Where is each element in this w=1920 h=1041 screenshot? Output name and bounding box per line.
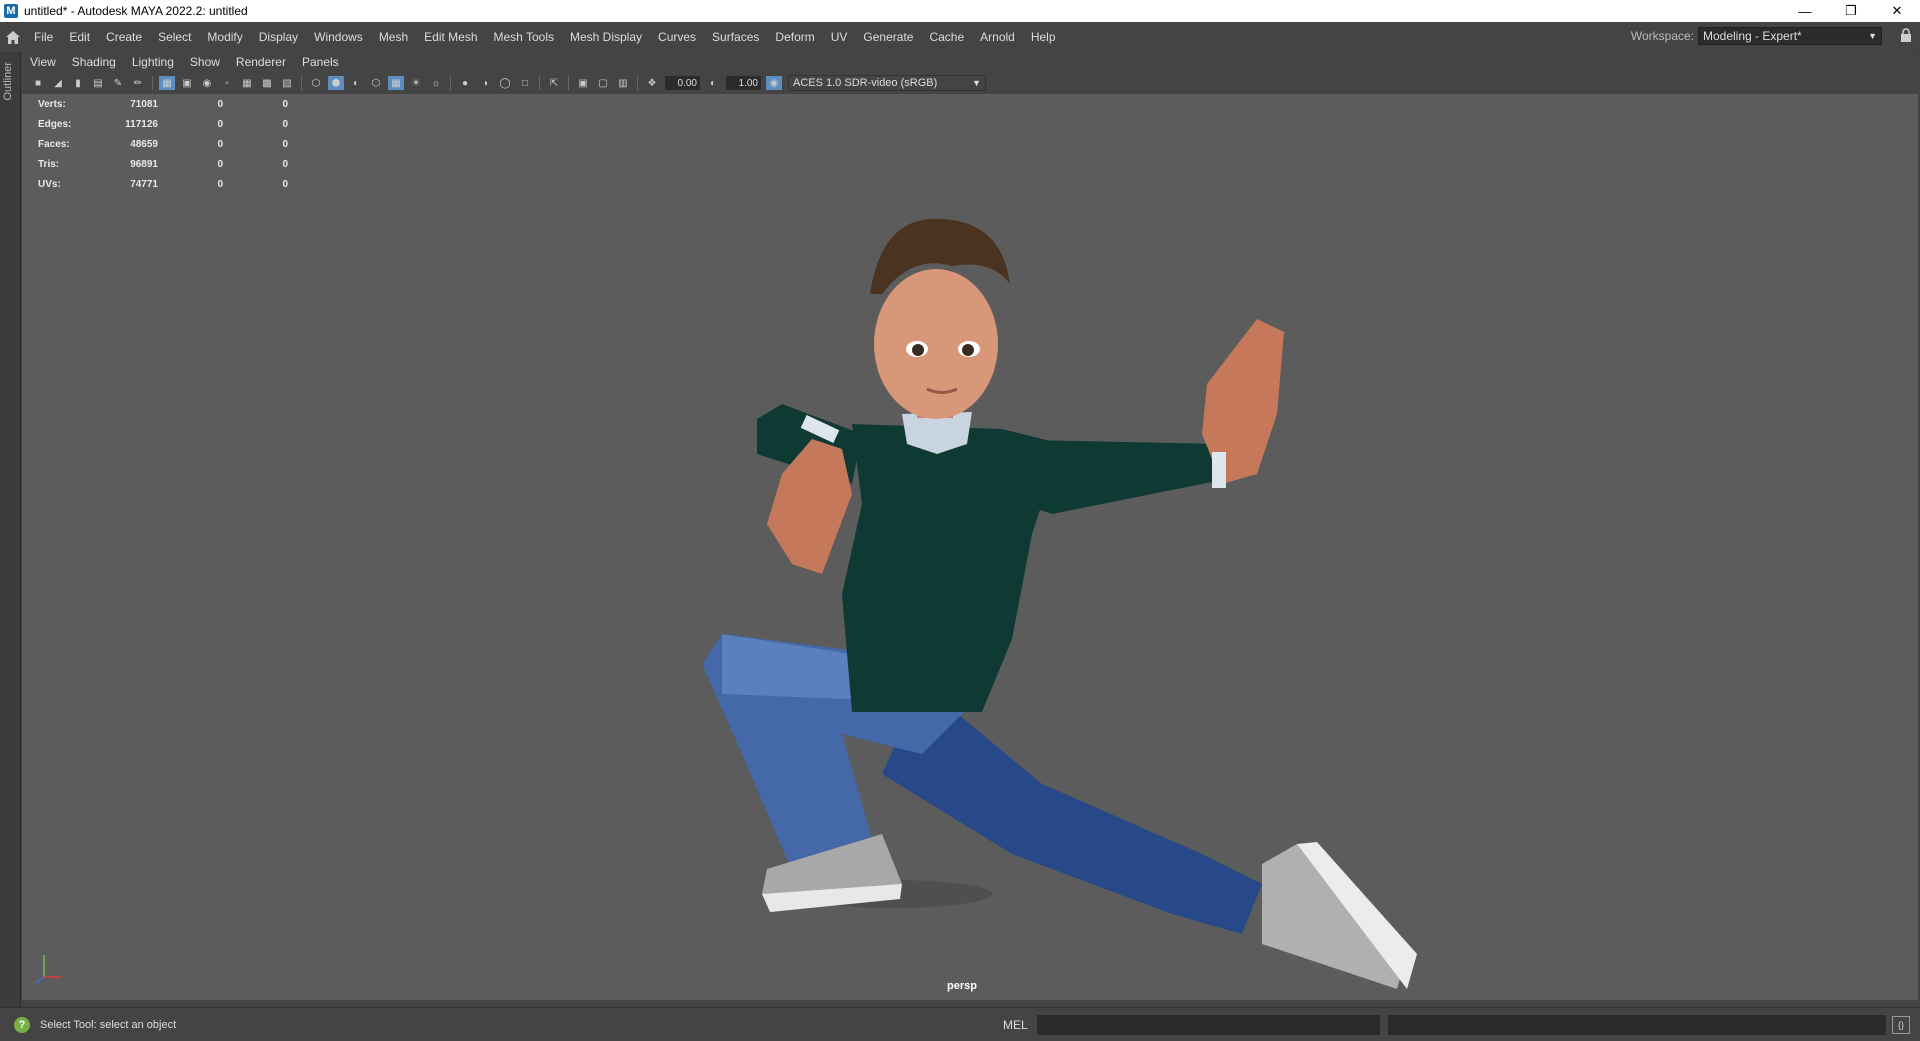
chevron-down-icon: ▼ <box>1868 31 1877 41</box>
restore-icon[interactable]: ❐ <box>1828 0 1874 22</box>
exposure-field[interactable]: 0.00 <box>665 76 700 90</box>
axis-gizmo-icon <box>35 955 62 984</box>
bookmark-icon[interactable]: ▮ <box>70 76 86 90</box>
isolate-select-icon[interactable]: ⇱ <box>546 76 562 90</box>
command-result-field <box>1388 1015 1886 1035</box>
image-plane-icon[interactable]: ▤ <box>90 76 106 90</box>
workspace-select[interactable]: Modeling - Expert* ▼ <box>1698 27 1882 45</box>
menu-arnold[interactable]: Arnold <box>972 30 1023 44</box>
close-icon[interactable]: ✕ <box>1874 0 1920 22</box>
workspace-value: Modeling - Expert* <box>1703 29 1802 43</box>
2d-pan-zoom-icon[interactable]: ✎ <box>110 76 126 90</box>
shadows-icon[interactable]: ☼ <box>428 76 444 90</box>
menu-select[interactable]: Select <box>150 30 199 44</box>
gamma-field[interactable]: 1.00 <box>726 76 761 90</box>
menu-edit-mesh[interactable]: Edit Mesh <box>416 30 485 44</box>
field-chart-icon[interactable]: ▦ <box>239 76 255 90</box>
color-management-icon[interactable]: ◉ <box>766 76 782 90</box>
menu-edit[interactable]: Edit <box>61 30 98 44</box>
panel-menu-bar: View Shading Lighting Show Renderer Pane… <box>22 52 1918 72</box>
wireframe-on-shaded-icon[interactable]: ⬡ <box>368 76 384 90</box>
menu-create[interactable]: Create <box>98 30 150 44</box>
camera-select-icon[interactable]: ■ <box>30 76 46 90</box>
menu-deform[interactable]: Deform <box>767 30 822 44</box>
anti-aliasing-icon[interactable]: ◯ <box>497 76 513 90</box>
ambient-occlusion-icon[interactable]: ● <box>457 76 473 90</box>
panel-menu-renderer[interactable]: Renderer <box>228 55 294 69</box>
xray-joints-icon[interactable]: ▥ <box>615 76 631 90</box>
chevron-down-icon: ▼ <box>972 78 981 88</box>
character-model[interactable] <box>22 94 1918 1000</box>
status-message: Select Tool: select an object <box>40 1018 177 1031</box>
menu-generate[interactable]: Generate <box>855 30 921 44</box>
menu-mesh[interactable]: Mesh <box>371 30 416 44</box>
menu-display[interactable]: Display <box>251 30 306 44</box>
exposure-icon[interactable]: ❖ <box>644 76 660 90</box>
menu-mesh-tools[interactable]: Mesh Tools <box>486 30 562 44</box>
safe-action-icon[interactable]: ▩ <box>259 76 275 90</box>
gate-mask-icon[interactable]: ▫ <box>219 76 235 90</box>
menu-file[interactable]: File <box>26 30 61 44</box>
menu-help[interactable]: Help <box>1023 30 1064 44</box>
camera-attributes-icon[interactable]: ◢ <box>50 76 66 90</box>
camera-label: persp <box>947 980 977 992</box>
menu-modify[interactable]: Modify <box>199 30 250 44</box>
panel-menu-show[interactable]: Show <box>182 55 228 69</box>
wireframe-icon[interactable]: ⬡ <box>308 76 324 90</box>
view-transform-value: ACES 1.0 SDR-video (sRGB) <box>793 77 938 89</box>
home-icon[interactable] <box>0 30 26 44</box>
panel-menu-shading[interactable]: Shading <box>64 55 124 69</box>
help-icon[interactable]: ? <box>14 1016 30 1033</box>
gamma-icon[interactable]: ◐ <box>705 76 721 90</box>
panel-menu-view[interactable]: View <box>22 55 64 69</box>
panel-menu-lighting[interactable]: Lighting <box>124 55 182 69</box>
lock-icon[interactable] <box>1900 28 1912 45</box>
safe-title-icon[interactable]: ▧ <box>279 76 295 90</box>
mel-toggle[interactable]: MEL <box>1003 1018 1028 1032</box>
workspace-label: Workspace: <box>1630 29 1694 43</box>
menu-curves[interactable]: Curves <box>650 30 704 44</box>
textured-icon[interactable]: ▦ <box>388 76 404 90</box>
command-line-input[interactable] <box>1037 1015 1380 1035</box>
minimize-icon[interactable]: — <box>1782 0 1828 22</box>
menu-windows[interactable]: Windows <box>306 30 371 44</box>
xray-icon[interactable]: ▣ <box>575 76 591 90</box>
xray-active-icon[interactable]: ▢ <box>595 76 611 90</box>
default-material-icon[interactable]: ◐ <box>348 76 364 90</box>
title-bar: M untitled* - Autodesk MAYA 2022.2: unti… <box>0 0 1920 22</box>
help-line: ? Select Tool: select an object MEL {} <box>0 1007 1920 1041</box>
script-editor-icon[interactable]: {} <box>1892 1016 1910 1034</box>
panel-toolbar: ■ ◢ ▮ ▤ ✎ ✏ ▦ ▣ ◉ ▫ ▦ ▩ ▧ ⬡ ⬢ ◐ ⬡ ▦ ☀ ☼ … <box>22 72 1918 95</box>
film-gate-icon[interactable]: ▣ <box>179 76 195 90</box>
viewport-persp[interactable]: Verts: 71081 0 0 Edges: 117126 0 0 Faces… <box>22 94 1918 1000</box>
main-menu-bar: File Edit Create Select Modify Display W… <box>0 22 1920 53</box>
outliner-label: Outliner <box>2 62 14 101</box>
grease-pencil-icon[interactable]: ✏ <box>130 76 146 90</box>
menu-uv[interactable]: UV <box>823 30 856 44</box>
panel-menu-panels[interactable]: Panels <box>294 55 347 69</box>
grid-icon[interactable]: ▦ <box>159 76 175 90</box>
maya-logo-icon: M <box>4 4 18 18</box>
window-title: untitled* - Autodesk MAYA 2022.2: untitl… <box>24 4 248 18</box>
menu-surfaces[interactable]: Surfaces <box>704 30 767 44</box>
menu-mesh-display[interactable]: Mesh Display <box>562 30 650 44</box>
resolution-gate-icon[interactable]: ◉ <box>199 76 215 90</box>
depth-of-field-icon[interactable]: □ <box>517 76 533 90</box>
outliner-tab[interactable]: Outliner <box>0 52 21 1007</box>
smooth-shade-icon[interactable]: ⬢ <box>328 76 344 90</box>
use-all-lights-icon[interactable]: ☀ <box>408 76 424 90</box>
view-transform-select[interactable]: ACES 1.0 SDR-video (sRGB) ▼ <box>788 75 986 91</box>
menu-cache[interactable]: Cache <box>921 30 972 44</box>
motion-blur-icon[interactable]: ◑ <box>477 76 493 90</box>
